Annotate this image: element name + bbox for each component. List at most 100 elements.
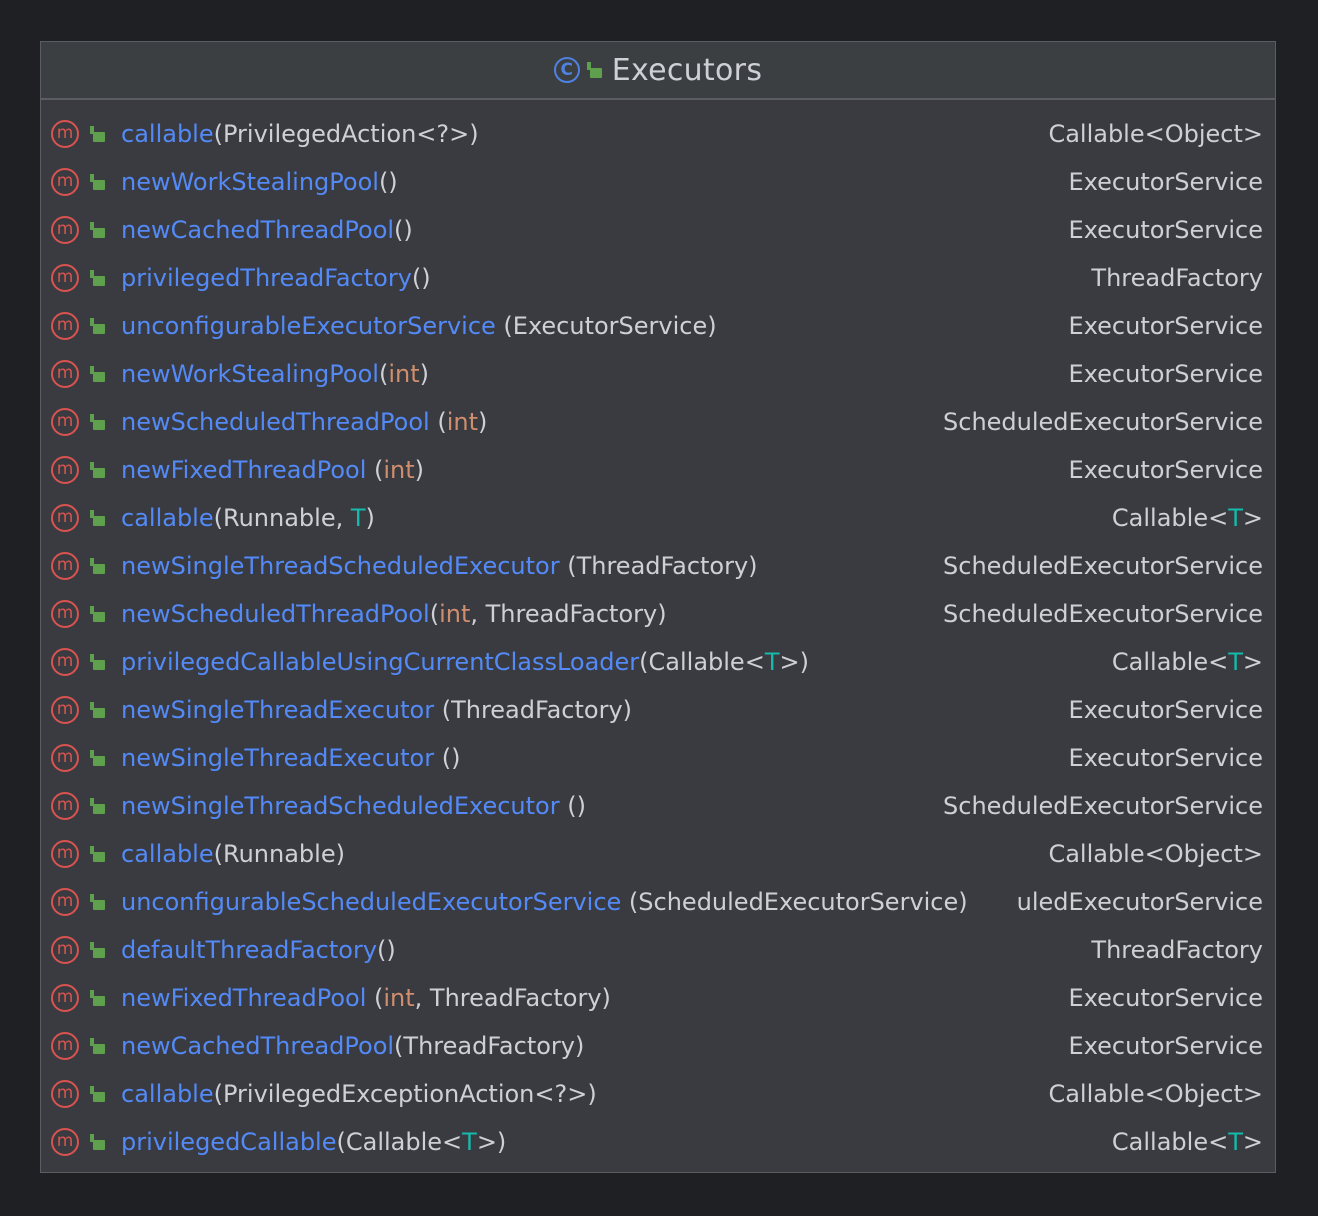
method-name: unconfigurableScheduledExecutorService: [121, 888, 622, 916]
method-row[interactable]: m newSingleThreadScheduledExecutor (Threa…: [41, 542, 1275, 590]
public-lock-icon: [89, 1086, 105, 1102]
public-lock-icon: [89, 510, 105, 526]
method-icon: m: [51, 408, 79, 436]
method-icon: m: [51, 696, 79, 724]
method-icon: m: [51, 1080, 79, 1108]
method-signature: newScheduledThreadPool(int, ThreadFactor…: [121, 600, 667, 628]
method-icon: m: [51, 984, 79, 1012]
method-params-type-param: T: [462, 1128, 477, 1156]
method-name: privilegedCallable: [121, 1128, 337, 1156]
method-icon: m: [51, 648, 79, 676]
public-lock-icon: [89, 270, 105, 286]
method-row[interactable]: m defaultThreadFactory() ThreadFactory: [41, 926, 1275, 974]
method-icon: m: [51, 456, 79, 484]
public-lock-icon: [89, 462, 105, 478]
public-lock-icon: [89, 126, 105, 142]
method-row[interactable]: m privilegedCallable(Callable<T>) Callable…: [41, 1118, 1275, 1166]
method-row[interactable]: m newCachedThreadPool(ThreadFactory) Execu…: [41, 1022, 1275, 1070]
return-type: uledExecutorService: [1017, 888, 1263, 916]
method-params-text: ): [365, 504, 375, 532]
method-params-text: (): [378, 168, 398, 196]
class-diagram-node: C Executors m callable(PrivilegedAction<?…: [40, 41, 1276, 1173]
class-header[interactable]: C Executors: [41, 42, 1275, 100]
method-name: newWorkStealingPool: [121, 360, 379, 388]
method-row[interactable]: m callable(PrivilegedAction<?>) Callable<O…: [41, 110, 1275, 158]
method-row[interactable]: m newWorkStealingPool() ExecutorService: [41, 158, 1275, 206]
return-type: Callable<T>: [1112, 648, 1263, 676]
return-type: ExecutorService: [1069, 1032, 1263, 1060]
method-row[interactable]: m unconfigurableScheduledExecutorService …: [41, 878, 1275, 926]
method-row[interactable]: m newSingleThreadScheduledExecutor () Sche…: [41, 782, 1275, 830]
method-params-text: (): [559, 792, 586, 820]
public-lock-icon: [89, 942, 105, 958]
method-name: defaultThreadFactory: [121, 936, 378, 964]
return-type-text: ThreadFactory: [1091, 264, 1263, 292]
method-row[interactable]: m newCachedThreadPool() ExecutorService: [41, 206, 1275, 254]
method-params-text: (ScheduledExecutorService): [621, 888, 968, 916]
method-name: newSingleThreadExecutor: [121, 744, 435, 772]
method-params-text: >): [779, 648, 809, 676]
method-name: newScheduledThreadPool: [121, 600, 430, 628]
return-type: ScheduledExecutorService: [943, 600, 1263, 628]
method-params-text: ): [414, 456, 425, 484]
method-row[interactable]: m privilegedCallableUsingCurrentClassLoad…: [41, 638, 1275, 686]
method-params-text: (): [377, 936, 396, 964]
method-signature: newSingleThreadScheduledExecutor (): [121, 792, 586, 820]
return-type-text: ThreadFactory: [1091, 936, 1263, 964]
method-signature: newFixedThreadPool (int): [121, 456, 424, 484]
public-lock-icon: [89, 558, 105, 574]
return-type-text: >: [1242, 648, 1263, 676]
return-type-text: ExecutorService: [1068, 360, 1263, 388]
method-row[interactable]: m newScheduledThreadPool(int, ThreadFacto…: [41, 590, 1275, 638]
method-params-text: ): [478, 408, 488, 436]
return-type-text: ExecutorService: [1068, 216, 1263, 244]
method-name: newSingleThreadScheduledExecutor: [121, 552, 560, 580]
method-params-text: (ThreadFactory): [559, 552, 758, 580]
method-name: newWorkStealingPool: [121, 168, 379, 196]
method-row[interactable]: m newScheduledThreadPool (int) ScheduledEx…: [41, 398, 1275, 446]
method-signature: defaultThreadFactory(): [121, 936, 396, 964]
return-type-text: ScheduledExecutorService: [943, 600, 1263, 628]
method-name: callable: [121, 840, 214, 868]
method-name: callable: [121, 120, 214, 148]
method-signature: unconfigurableExecutorService (ExecutorS…: [121, 312, 717, 340]
return-type-text: ExecutorService: [1068, 744, 1263, 772]
method-signature: newScheduledThreadPool (int): [121, 408, 487, 436]
method-row[interactable]: m callable(Runnable, T) Callable<T>: [41, 494, 1275, 542]
method-signature: newSingleThreadExecutor (): [121, 744, 460, 772]
method-params-text: (: [366, 984, 384, 1012]
method-params-text: (: [429, 600, 440, 628]
method-icon: m: [51, 840, 79, 868]
return-type: ThreadFactory: [1091, 264, 1263, 292]
method-icon: m: [51, 504, 79, 532]
method-params-text: , ThreadFactory): [470, 600, 667, 628]
public-lock-icon: [89, 846, 105, 862]
public-lock-icon: [89, 702, 105, 718]
public-lock-icon: [89, 654, 105, 670]
method-row[interactable]: m newSingleThreadExecutor () ExecutorServi…: [41, 734, 1275, 782]
return-type: ScheduledExecutorService: [943, 552, 1263, 580]
method-params-text: (ThreadFactory): [434, 696, 633, 724]
method-name: callable: [121, 1080, 214, 1108]
method-row[interactable]: m newFixedThreadPool (int, ThreadFactory)…: [41, 974, 1275, 1022]
method-signature: privilegedCallable(Callable<T>): [121, 1128, 506, 1156]
method-row[interactable]: m privilegedThreadFactory() ThreadFactory: [41, 254, 1275, 302]
method-row[interactable]: m callable(PrivilegedExceptionAction<?>) C…: [41, 1070, 1275, 1118]
method-row[interactable]: m newWorkStealingPool(int) ExecutorService: [41, 350, 1275, 398]
return-type-text: Callable<Object>: [1048, 120, 1263, 148]
method-row[interactable]: m newFixedThreadPool (int) ExecutorService: [41, 446, 1275, 494]
return-type-text: ExecutorService: [1068, 312, 1263, 340]
method-params-text: , ThreadFactory): [414, 984, 611, 1012]
return-type-type-param: T: [1228, 504, 1243, 532]
public-lock-icon: [89, 366, 105, 382]
method-row[interactable]: m unconfigurableExecutorService (Executor…: [41, 302, 1275, 350]
method-row[interactable]: m newSingleThreadExecutor (ThreadFactory)…: [41, 686, 1275, 734]
method-params-text: (: [429, 408, 447, 436]
return-type-text: Callable<: [1111, 1128, 1229, 1156]
method-row[interactable]: m callable(Runnable) Callable<Object>: [41, 830, 1275, 878]
return-type: Callable<T>: [1112, 504, 1263, 532]
public-lock-icon: [586, 62, 602, 78]
method-params-text: (ExecutorService): [495, 312, 717, 340]
return-type-text: ExecutorService: [1068, 696, 1263, 724]
method-signature: unconfigurableScheduledExecutorService (…: [121, 888, 968, 916]
